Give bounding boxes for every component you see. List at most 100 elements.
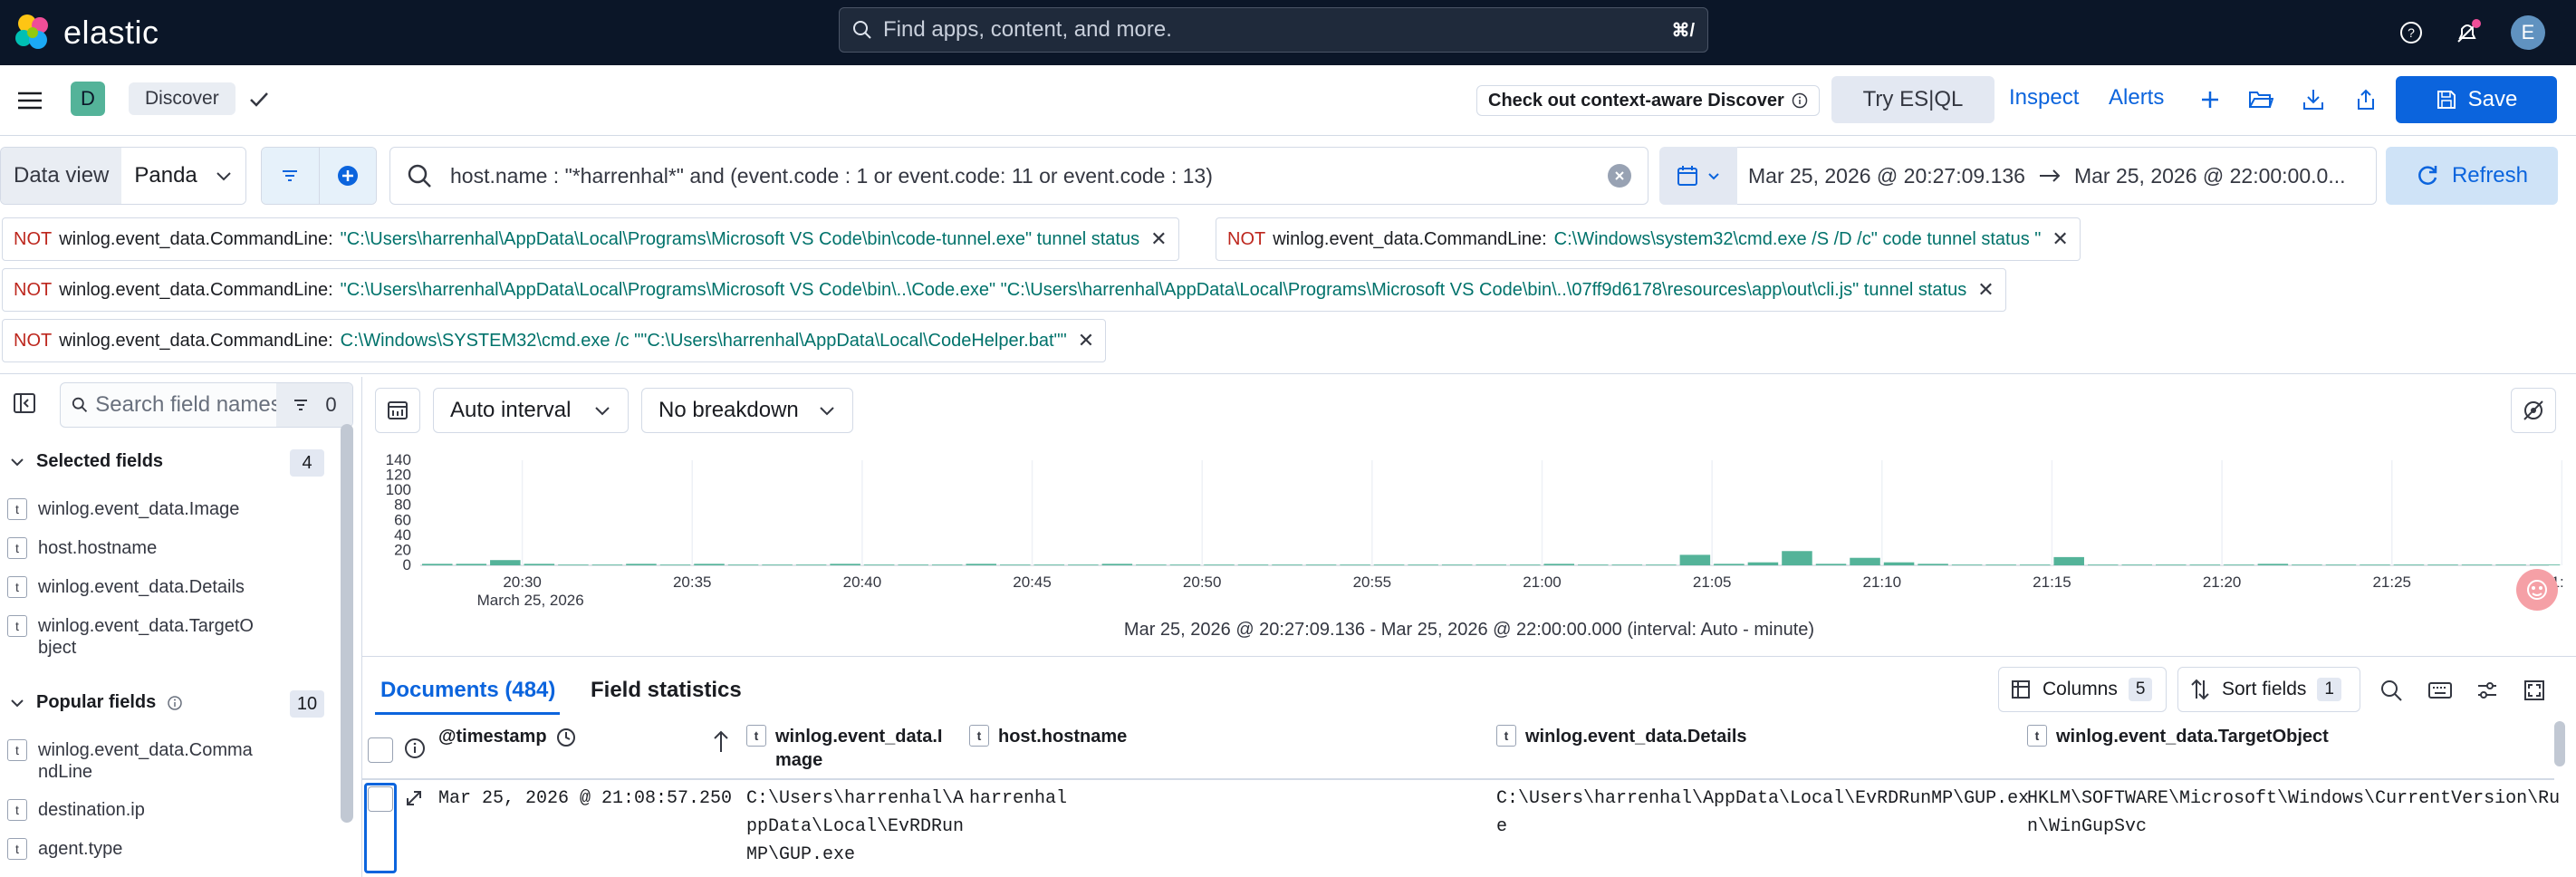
- field-search[interactable]: 0: [60, 382, 353, 428]
- histogram-bar[interactable]: [1918, 564, 1948, 565]
- data-view-select[interactable]: Panda: [121, 148, 245, 204]
- clear-query-icon[interactable]: [1608, 164, 1631, 188]
- refresh-button[interactable]: Refresh: [2386, 147, 2558, 205]
- histogram-bar[interactable]: [1408, 564, 1438, 565]
- column-header-hostname[interactable]: t host.hostname: [969, 725, 1127, 748]
- search-icon[interactable]: [2373, 672, 2409, 708]
- field-item[interactable]: t winlog.event_data.Comma ndLine: [7, 739, 253, 783]
- histogram-bar[interactable]: [524, 564, 555, 565]
- histogram-bar[interactable]: [422, 564, 453, 565]
- tab-documents[interactable]: Documents (484): [380, 678, 555, 703]
- histogram-bar[interactable]: [1850, 557, 1880, 565]
- query-input[interactable]: host.name : "*harrenhal*" and (event.cod…: [389, 147, 1648, 205]
- histogram-bar[interactable]: [1815, 564, 1847, 565]
- field-type-filter[interactable]: 0: [276, 383, 352, 427]
- field-item[interactable]: t host.hostname: [7, 537, 157, 559]
- row-checkbox[interactable]: [368, 786, 393, 812]
- histogram-bar[interactable]: [1272, 564, 1302, 565]
- histogram-bar[interactable]: [966, 564, 997, 565]
- table-scrollbar[interactable]: [2554, 721, 2565, 766]
- histogram-bar[interactable]: [1373, 564, 1405, 565]
- histogram-bar[interactable]: [1475, 564, 1506, 565]
- histogram-options-button[interactable]: [375, 388, 420, 433]
- histogram-bar[interactable]: [762, 564, 793, 565]
- histogram-bar[interactable]: [1646, 564, 1677, 565]
- add-filter-button[interactable]: [318, 148, 376, 204]
- columns-button[interactable]: Columns 5: [1998, 667, 2167, 712]
- data-view-picker[interactable]: Data view Panda: [0, 147, 246, 205]
- assistant-float-icon[interactable]: [2516, 569, 2558, 611]
- histogram-bar[interactable]: [1747, 562, 1779, 565]
- histogram-bar[interactable]: [2189, 564, 2221, 565]
- histogram-bar[interactable]: [1204, 564, 1235, 565]
- histogram-bar[interactable]: [1509, 564, 1541, 565]
- histogram-bar[interactable]: [1578, 564, 1609, 565]
- filter-pill[interactable]: NOT winlog.event_data.CommandLine: "C:\U…: [2, 217, 1179, 261]
- global-search-input[interactable]: [883, 17, 1661, 43]
- histogram-bar[interactable]: [2156, 564, 2187, 565]
- breakdown-select[interactable]: No breakdown: [641, 388, 853, 433]
- histogram-bar[interactable]: [2292, 564, 2322, 565]
- filter-pill[interactable]: NOT winlog.event_data.CommandLine: C:\Wi…: [2, 319, 1107, 362]
- histogram-bar[interactable]: [1068, 564, 1099, 565]
- histogram-bar[interactable]: [490, 560, 521, 565]
- popular-fields-toggle[interactable]: Popular fields: [9, 692, 183, 713]
- interval-select[interactable]: Auto interval: [433, 388, 629, 433]
- histogram-bar[interactable]: [2495, 564, 2526, 565]
- filter-pill[interactable]: NOT winlog.event_data.CommandLine: "C:\U…: [2, 268, 2006, 312]
- histogram-bar[interactable]: [1237, 564, 1269, 565]
- date-start[interactable]: Mar 25, 2026 @ 20:27:09.136: [1748, 164, 2025, 188]
- field-item[interactable]: t destination.ip: [7, 799, 145, 821]
- help-icon[interactable]: ?: [2395, 16, 2427, 49]
- query-text[interactable]: host.name : "*harrenhal*" and (event.cod…: [450, 164, 1590, 188]
- histogram-bar[interactable]: [1441, 564, 1473, 565]
- remove-filter-icon[interactable]: ✕: [2052, 227, 2068, 251]
- selected-fields-toggle[interactable]: Selected fields: [9, 451, 163, 472]
- histogram-bar[interactable]: [2360, 564, 2390, 565]
- info-icon[interactable]: [404, 737, 426, 759]
- share-icon[interactable]: [2350, 83, 2382, 116]
- histogram-bar[interactable]: [591, 564, 623, 565]
- histogram-bar[interactable]: [1000, 564, 1031, 565]
- histogram-bar[interactable]: [1305, 564, 1337, 565]
- open-folder-icon[interactable]: [2244, 83, 2277, 116]
- histogram-bar[interactable]: [1679, 554, 1711, 565]
- user-avatar[interactable]: E: [2511, 15, 2545, 50]
- date-end[interactable]: Mar 25, 2026 @ 22:00:00.0...: [2074, 164, 2346, 188]
- keyboard-icon[interactable]: [2422, 672, 2458, 708]
- field-item[interactable]: t agent.type: [7, 838, 122, 860]
- histogram-bar[interactable]: [2257, 564, 2289, 565]
- display-settings-icon[interactable]: [2469, 672, 2505, 708]
- expand-row-icon[interactable]: [404, 788, 424, 808]
- space-avatar[interactable]: D: [71, 82, 105, 116]
- collapse-sidebar-icon[interactable]: [9, 388, 40, 419]
- histogram-bar[interactable]: [1714, 564, 1745, 565]
- inspect-link[interactable]: Inspect: [2009, 85, 2079, 111]
- filter-pill[interactable]: NOT winlog.event_data.CommandLine: C:\Wi…: [1216, 217, 2081, 261]
- filter-menu-button[interactable]: [262, 148, 319, 204]
- alerts-link[interactable]: Alerts: [2109, 85, 2164, 111]
- plus-icon[interactable]: [2194, 83, 2226, 116]
- field-item[interactable]: t winlog.event_data.Details: [7, 576, 245, 598]
- histogram-bar[interactable]: [2121, 564, 2153, 565]
- histogram-bar[interactable]: [626, 564, 657, 565]
- download-icon[interactable]: [2297, 83, 2330, 116]
- histogram-bar[interactable]: [727, 564, 759, 565]
- column-header-details[interactable]: t winlog.event_data.Details: [1496, 725, 1747, 748]
- histogram-bar[interactable]: [1340, 564, 1370, 565]
- histogram-bar[interactable]: [2325, 564, 2357, 565]
- sidebar-scrollbar[interactable]: [341, 424, 353, 823]
- notifications-icon[interactable]: [2451, 16, 2484, 49]
- histogram-bar[interactable]: [1033, 564, 1065, 565]
- histogram-bar[interactable]: [1985, 564, 2016, 565]
- histogram-bar[interactable]: [830, 564, 860, 565]
- sort-ascending-icon[interactable]: [710, 728, 732, 754]
- fullscreen-icon[interactable]: [2516, 672, 2552, 708]
- elastic-logo[interactable]: elastic: [13, 13, 159, 53]
- field-search-input[interactable]: [95, 392, 277, 418]
- histogram-bar[interactable]: [2427, 564, 2458, 565]
- tab-field-statistics[interactable]: Field statistics: [591, 678, 742, 703]
- histogram-bar[interactable]: [2053, 556, 2084, 565]
- quick-date-menu[interactable]: [1659, 147, 1737, 205]
- histogram-bar[interactable]: [1543, 564, 1575, 565]
